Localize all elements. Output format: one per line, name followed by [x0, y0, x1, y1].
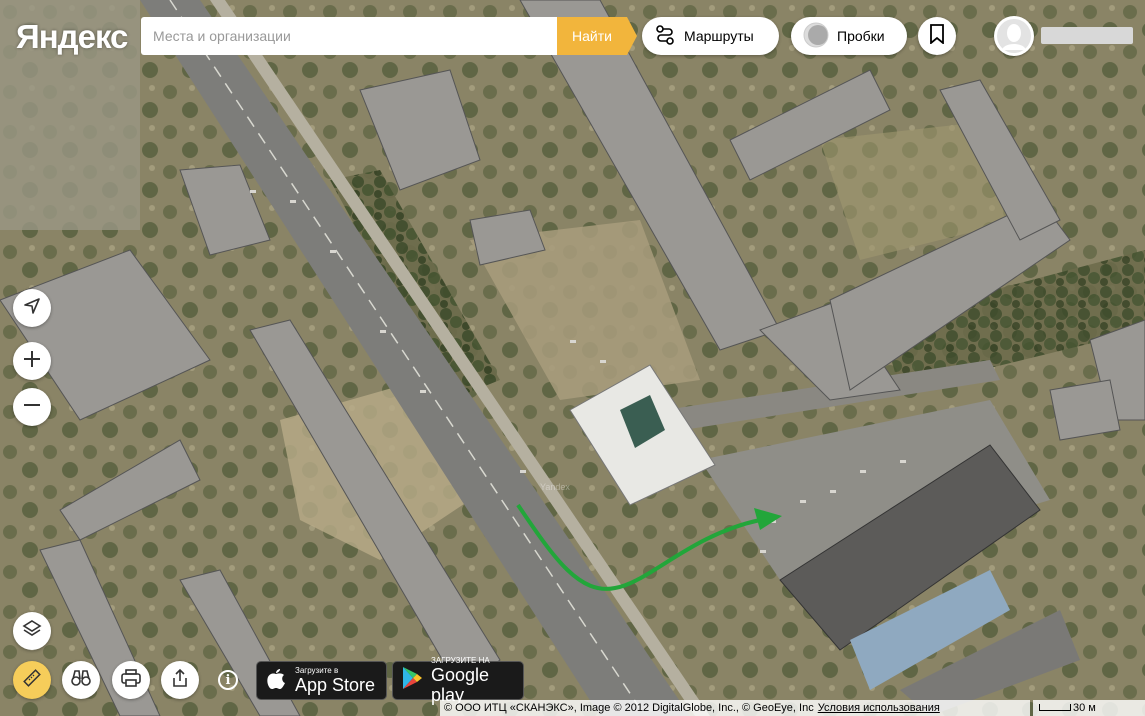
yandex-logo[interactable]: Яндекс	[16, 18, 128, 56]
terms-link[interactable]: Условия использования	[818, 702, 940, 714]
apple-icon	[265, 665, 287, 696]
copyright-bar: © ООО ИТЦ «СКАНЭКС», Image © 2012 Digita…	[440, 700, 1030, 716]
scale-bar	[1039, 704, 1071, 711]
user-name-placeholder[interactable]	[1041, 27, 1133, 44]
map-imagery: Yandex	[0, 0, 1145, 716]
map-scale: 30 м	[1033, 700, 1145, 716]
google-play-badge[interactable]: ЗАГРУЗИТЕ НА Google play	[392, 656, 524, 705]
app-store-badge[interactable]: Загрузите в App Store	[256, 661, 387, 700]
scale-label: 30 м	[1073, 702, 1096, 714]
user-icon	[997, 19, 1031, 53]
traffic-icon	[803, 22, 829, 51]
app-store-big-text: App Store	[295, 675, 376, 695]
copyright-text: © ООО ИТЦ «СКАНЭКС», Image © 2012 Digita…	[444, 702, 814, 714]
zoom-out-button[interactable]	[13, 388, 51, 426]
info-icon[interactable]: i	[218, 670, 238, 690]
location-arrow-icon	[23, 297, 41, 320]
layers-button[interactable]	[13, 612, 51, 650]
google-play-icon	[401, 666, 423, 695]
locate-button[interactable]	[13, 289, 51, 327]
map-watermark: Yandex	[540, 482, 570, 492]
google-play-small-text: ЗАГРУЗИТЕ НА	[431, 656, 490, 665]
routes-label: Маршруты	[684, 28, 754, 44]
panorama-button[interactable]	[62, 661, 100, 699]
route-icon	[654, 24, 676, 49]
layers-icon	[22, 619, 42, 644]
search-input[interactable]	[141, 17, 557, 55]
print-button[interactable]	[112, 661, 150, 699]
bookmark-icon	[929, 23, 945, 49]
traffic-button[interactable]: Пробки	[791, 17, 907, 55]
search-button[interactable]: Найти	[557, 17, 637, 55]
plus-icon	[23, 350, 41, 373]
ruler-icon	[21, 667, 43, 694]
binoculars-icon	[70, 668, 92, 693]
user-avatar[interactable]	[994, 16, 1034, 56]
app-store-small-text: Загрузите в	[295, 666, 339, 675]
ruler-button[interactable]	[13, 661, 51, 699]
google-play-big-text: Google play	[431, 665, 490, 705]
share-button[interactable]	[161, 661, 199, 699]
traffic-label: Пробки	[837, 28, 885, 44]
bookmarks-button[interactable]	[918, 17, 956, 55]
search-bar: Найти	[141, 17, 637, 55]
zoom-in-button[interactable]	[13, 342, 51, 380]
share-icon	[170, 668, 190, 693]
minus-icon	[23, 396, 41, 419]
satellite-map[interactable]: Yandex	[0, 0, 1145, 716]
printer-icon	[120, 668, 142, 693]
routes-button[interactable]: Маршруты	[642, 17, 779, 55]
